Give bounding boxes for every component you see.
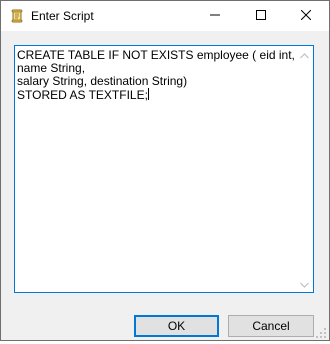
title-bar[interactable]: Enter Script bbox=[1, 1, 329, 31]
scroll-up-button[interactable] bbox=[296, 46, 313, 63]
resize-grip-icon[interactable] bbox=[315, 326, 327, 338]
scroll-down-arrow-icon bbox=[300, 275, 309, 293]
window-title: Enter Script bbox=[31, 9, 94, 23]
vertical-scrollbar[interactable] bbox=[296, 46, 313, 292]
close-icon bbox=[300, 7, 312, 25]
maximize-button[interactable] bbox=[238, 1, 284, 31]
enter-script-dialog: Enter Script CREATE TABLE IF NOT EXISTS … bbox=[0, 0, 330, 341]
script-content: CREATE TABLE IF NOT EXISTS employee ( ei… bbox=[17, 48, 295, 102]
close-button[interactable] bbox=[283, 1, 329, 31]
maximize-icon bbox=[256, 7, 266, 25]
scroll-down-button[interactable] bbox=[296, 275, 313, 292]
script-text[interactable]: CREATE TABLE IF NOT EXISTS employee ( ei… bbox=[17, 49, 297, 102]
scroll-up-arrow-icon bbox=[300, 46, 309, 64]
minimize-button[interactable] bbox=[192, 1, 238, 31]
minimize-icon bbox=[210, 7, 220, 25]
text-caret bbox=[147, 88, 149, 100]
script-editor[interactable]: CREATE TABLE IF NOT EXISTS employee ( ei… bbox=[14, 45, 314, 293]
ok-button[interactable]: OK bbox=[134, 315, 219, 337]
script-scroll-icon bbox=[10, 9, 24, 23]
cancel-button[interactable]: Cancel bbox=[228, 315, 314, 337]
